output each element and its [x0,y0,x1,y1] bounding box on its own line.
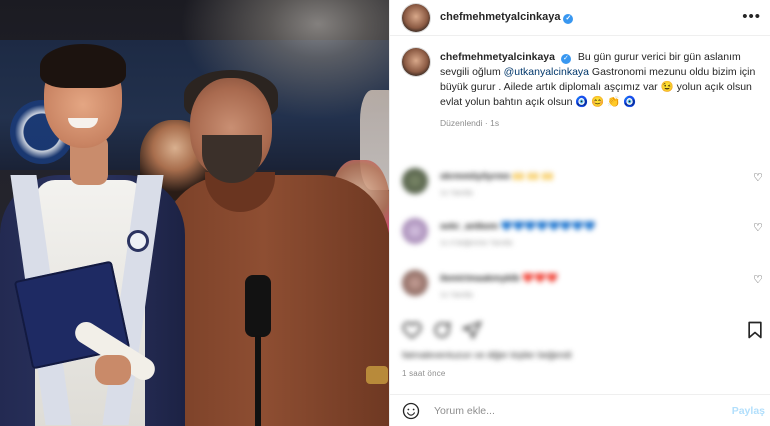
action-bar [390,316,770,344]
share-icon[interactable] [462,320,482,340]
post-panel: chefmehmetyalcinkaya ✓ ••• chefmehmetyalc… [389,0,770,426]
comment-meta: 1s 4 beğenme Yanıtla [440,238,513,247]
gown-badge [127,230,149,252]
header-username-text[interactable]: chefmehmetyalcinkaya [440,11,560,23]
caption-username[interactable]: chefmehmetyalcinkaya [440,51,555,63]
likes-text[interactable]: fatmaleventuzun ve diğer kişiler beğendi [402,350,572,361]
comment-row: ilemirimaakmyklb ❤️❤️❤️ 1s Yanıtla ♡ [390,270,770,304]
edited-label: Düzenlendi [440,118,483,128]
comment-body: 💙💙💙💙💙💙💙💙 [500,221,596,232]
header-username[interactable]: chefmehmetyalcinkaya ✓ [440,11,574,24]
comment-username[interactable]: skrmmiiyilyrmn [440,171,510,182]
comment-avatar[interactable] [402,270,428,296]
comment-body: ❤️❤️❤️ [522,273,558,284]
more-horizontal-icon[interactable]: ••• [742,8,761,25]
comment-avatar[interactable] [402,168,428,194]
comment-input[interactable] [434,401,694,421]
graduate-hair [40,44,126,88]
verified-badge-icon: ✓ [560,54,571,64]
comment-text: skrmmiiyilyrmn 🙌 🙌 🙌 [440,171,554,182]
camera-rig [245,275,271,337]
comment-avatar[interactable] [402,218,428,244]
comment-meta: 1s Yanıtla [440,290,473,299]
heart-icon[interactable]: ♡ [753,222,765,234]
heart-icon[interactable] [402,320,422,340]
comment-icon[interactable] [432,320,452,340]
comment-meta: 1s Yanıtla [440,188,473,197]
caption-mention[interactable]: @utkanyalcinkaya [504,66,589,78]
comment-username[interactable]: sekr_antkem [440,221,498,232]
post-caption: chefmehmetyalcinkaya ✓ Bu gün gurur veric… [440,50,760,110]
comment-text: sekr_antkem 💙💙💙💙💙💙💙💙 [440,221,595,232]
camera-stand [255,335,261,426]
heart-icon[interactable]: ♡ [753,172,765,184]
post-photo[interactable] [0,0,389,426]
comment-body: 🙌 🙌 🙌 [512,171,554,182]
avatar[interactable] [402,4,430,32]
wristwatch [366,366,388,384]
father-figure [160,175,389,426]
heart-icon[interactable]: ♡ [753,274,765,286]
caption-avatar[interactable] [402,48,430,76]
bookmark-icon[interactable] [745,320,765,340]
verified-badge-icon: ✓ [563,14,574,24]
edited-time: 1s [490,118,500,128]
comment-username[interactable]: ilemirimaakmyklb [440,273,520,284]
post-time: 1 saat önce [402,369,446,378]
post-header: chefmehmetyalcinkaya ✓ ••• [390,0,770,36]
emoji-icon[interactable] [402,402,420,420]
graduate-hand [95,355,131,385]
caption-meta: Düzenlendi · 1s [440,118,500,128]
comment-row: skrmmiiyilyrmn 🙌 🙌 🙌 1s Yanıtla ♡ [390,168,770,202]
comment-bar: Paylaş [390,394,770,426]
comment-text: ilemirimaakmyklb ❤️❤️❤️ [440,273,558,284]
post-comment-button[interactable]: Paylaş [732,405,765,417]
comment-row: sekr_antkem 💙💙💙💙💙💙💙💙 1s 4 beğenme Yanıtl… [390,218,770,252]
